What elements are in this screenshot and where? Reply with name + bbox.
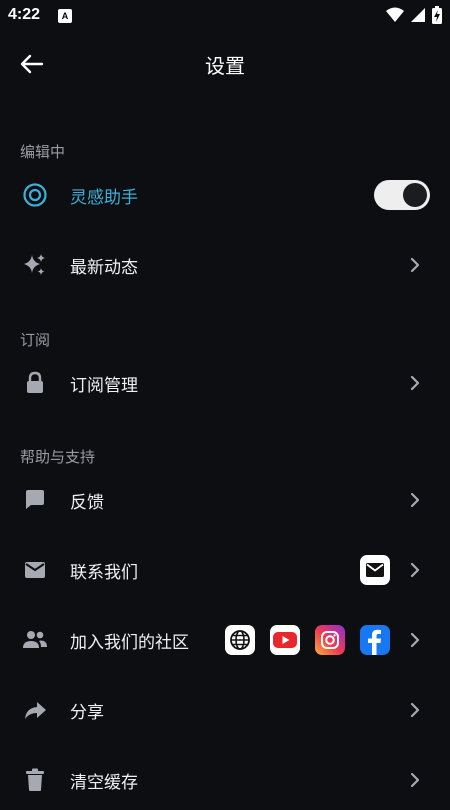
row-feedback[interactable]: 反馈: [0, 470, 450, 530]
mail-icon: [22, 557, 48, 583]
lock-icon: [22, 370, 48, 396]
status-time: 4:22: [8, 6, 41, 23]
row-label-contact: 联系我们: [70, 562, 138, 583]
chevron-right-icon: [408, 255, 422, 275]
chevron-right-icon: [408, 373, 422, 393]
instagram-icon[interactable]: [315, 625, 345, 655]
row-label-inspiration: 灵感助手: [70, 187, 138, 208]
signal-icon: [411, 8, 425, 22]
page-title: 设置: [205, 54, 245, 78]
inspiration-toggle[interactable]: [374, 180, 430, 210]
sparkle-icon: [22, 252, 48, 278]
youtube-icon[interactable]: [270, 625, 300, 655]
row-label-clear-cache: 清空缓存: [70, 772, 138, 793]
chevron-right-icon: [408, 630, 422, 650]
row-subscription-management[interactable]: 订阅管理: [0, 353, 450, 413]
chat-bubble-icon: [22, 487, 48, 513]
target-icon: [22, 182, 48, 208]
facebook-icon[interactable]: [360, 625, 390, 655]
row-label-subscription: 订阅管理: [70, 375, 138, 396]
row-share[interactable]: 分享: [0, 680, 450, 740]
row-label-whats-new: 最新动态: [70, 257, 138, 278]
toggle-knob: [403, 183, 427, 207]
section-label-subscription: 订阅: [20, 331, 51, 349]
website-globe-icon[interactable]: [225, 625, 255, 655]
section-label-help: 帮助与支持: [20, 448, 96, 466]
battery-charging-icon: [432, 6, 442, 24]
status-icons: [386, 6, 442, 24]
row-label-share: 分享: [70, 702, 104, 723]
row-inspiration-assistant[interactable]: 灵感助手: [0, 165, 450, 225]
wifi-icon: [386, 7, 404, 22]
app-header: 设置: [0, 32, 450, 92]
chevron-right-icon: [408, 770, 422, 790]
row-clear-cache[interactable]: 清空缓存: [0, 750, 450, 810]
row-whats-new[interactable]: 最新动态: [0, 235, 450, 295]
row-join-community[interactable]: 加入我们的社区: [0, 610, 450, 670]
row-contact-us[interactable]: 联系我们: [0, 540, 450, 600]
share-arrow-icon: [22, 697, 48, 723]
trash-icon: [22, 767, 48, 793]
row-label-feedback: 反馈: [70, 492, 104, 513]
row-label-community: 加入我们的社区: [70, 632, 189, 653]
chevron-right-icon: [408, 490, 422, 510]
chevron-right-icon: [408, 560, 422, 580]
people-icon: [22, 627, 48, 653]
notification-a-icon: A: [58, 9, 72, 23]
status-bar: 4:22 A: [0, 0, 450, 32]
email-app-icon[interactable]: [360, 555, 390, 585]
chevron-right-icon: [408, 700, 422, 720]
section-label-editing: 编辑中: [20, 143, 66, 161]
